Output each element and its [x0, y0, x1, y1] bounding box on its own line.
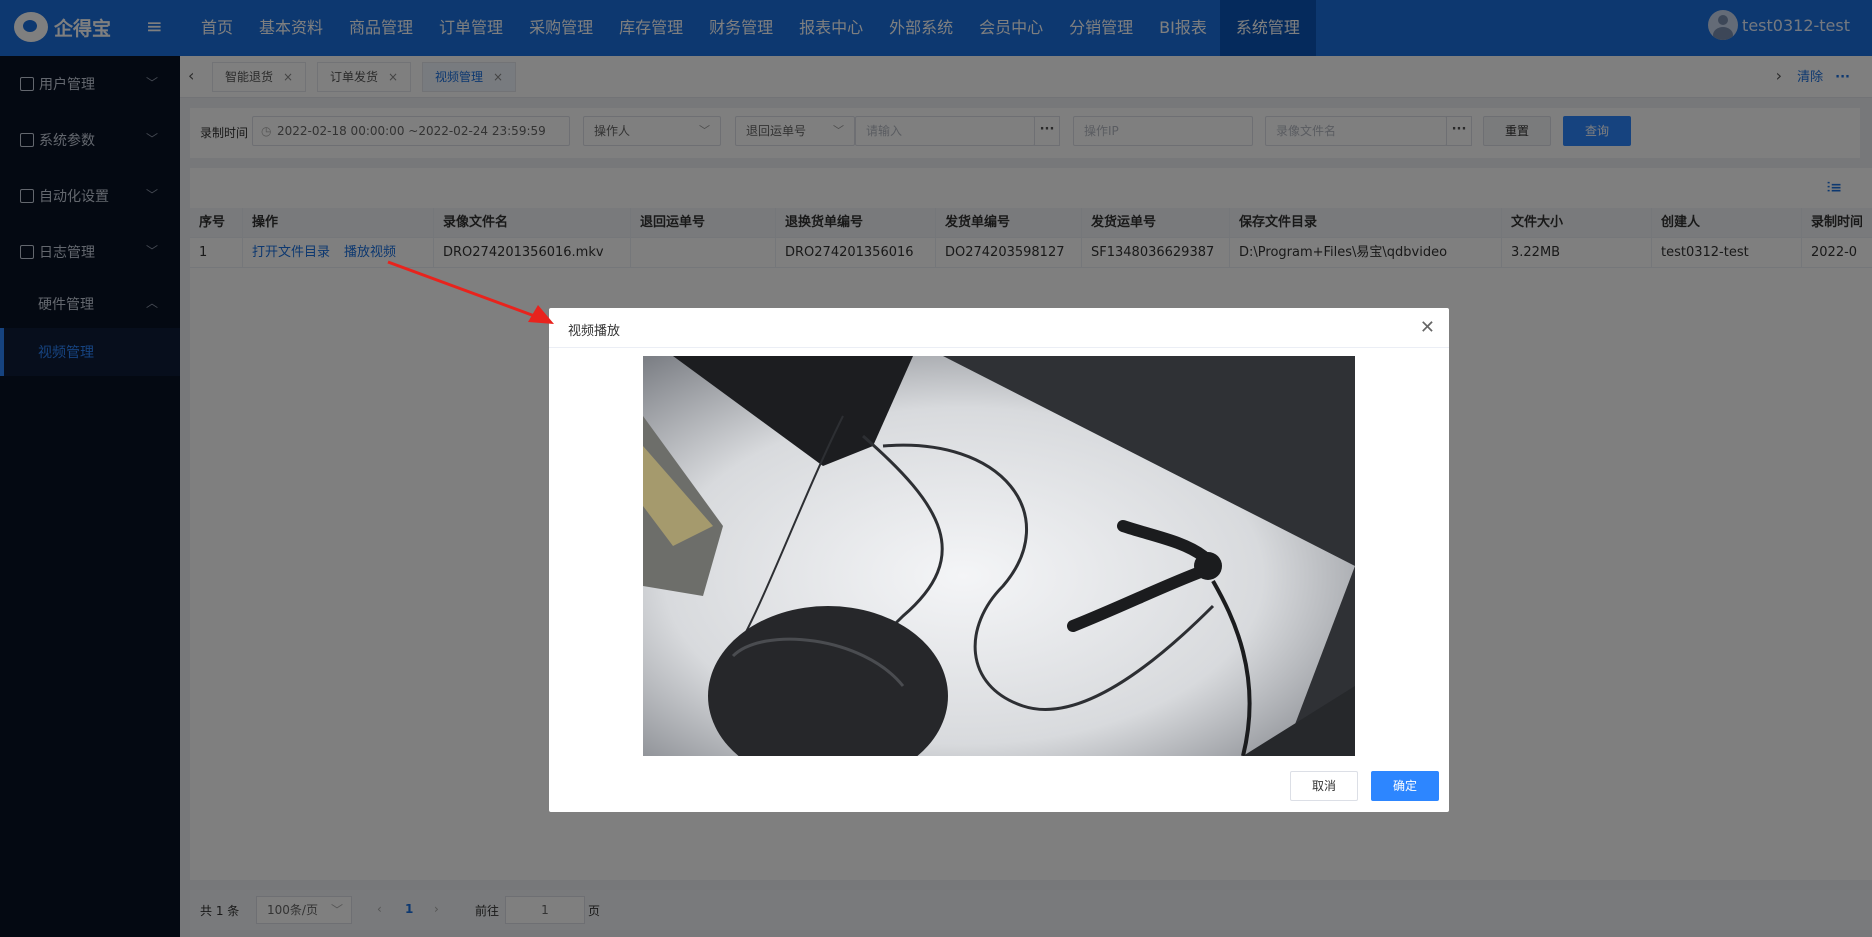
video-player[interactable]	[643, 356, 1355, 756]
dialog-header: 视频播放 ✕	[549, 308, 1449, 348]
confirm-button[interactable]: 确定	[1371, 771, 1439, 801]
close-icon[interactable]: ✕	[1420, 317, 1435, 338]
video-playback-dialog: 视频播放 ✕ 取消 确定	[549, 308, 1449, 812]
video-frame-image	[643, 356, 1355, 756]
cancel-button[interactable]: 取消	[1290, 771, 1358, 801]
dialog-title: 视频播放	[568, 324, 621, 339]
